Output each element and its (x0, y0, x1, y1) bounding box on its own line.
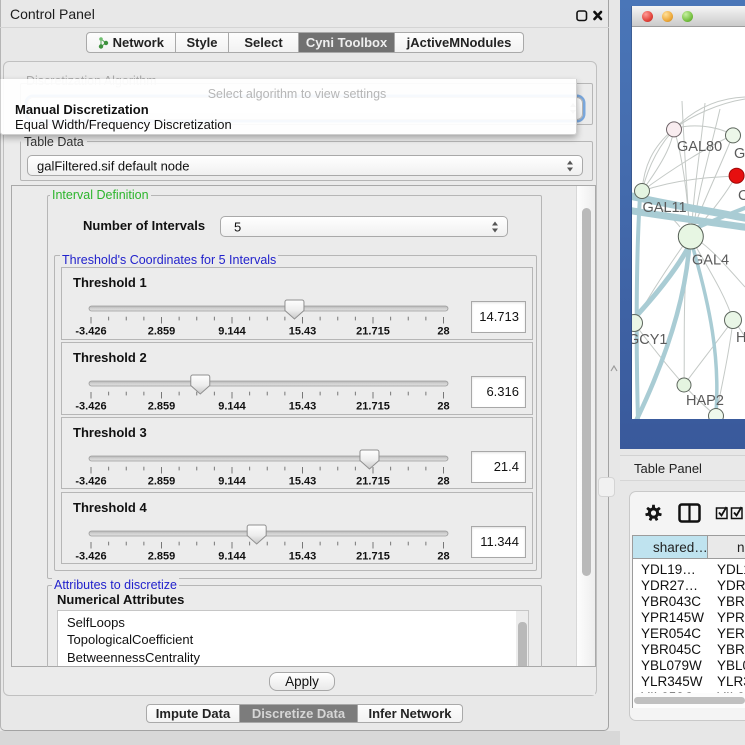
svg-text:GAL80: GAL80 (677, 139, 722, 155)
svg-text:15.43: 15.43 (289, 326, 317, 338)
svg-text:GA: GA (734, 146, 745, 162)
svg-text:H: H (736, 330, 745, 346)
svg-text:GCY1: GCY1 (632, 332, 668, 348)
svg-text:21.715: 21.715 (356, 326, 390, 338)
svg-text:HAP2: HAP2 (686, 393, 724, 409)
svg-text:-3.426: -3.426 (75, 551, 106, 563)
svg-text:15.43: 15.43 (289, 551, 317, 563)
svg-text:28: 28 (437, 401, 449, 413)
svg-text:21.715: 21.715 (356, 401, 390, 413)
svg-text:9.144: 9.144 (218, 476, 246, 488)
svg-text:GAL11: GAL11 (643, 200, 687, 216)
svg-text:-3.426: -3.426 (75, 401, 106, 413)
svg-text:C: C (738, 188, 745, 204)
svg-text:9.144: 9.144 (218, 326, 246, 338)
svg-text:15.43: 15.43 (289, 476, 317, 488)
svg-text:21.715: 21.715 (356, 551, 390, 563)
svg-text:28: 28 (437, 551, 449, 563)
svg-text:2.859: 2.859 (148, 551, 176, 563)
svg-text:9.144: 9.144 (218, 401, 246, 413)
svg-text:GAL4: GAL4 (692, 253, 729, 269)
svg-text:15.43: 15.43 (289, 401, 317, 413)
svg-text:-3.426: -3.426 (75, 326, 106, 338)
svg-text:21.715: 21.715 (356, 476, 390, 488)
svg-text:2.859: 2.859 (148, 476, 176, 488)
svg-text:28: 28 (437, 326, 449, 338)
svg-text:-3.426: -3.426 (75, 476, 106, 488)
svg-text:9.144: 9.144 (218, 551, 246, 563)
svg-text:2.859: 2.859 (148, 326, 176, 338)
svg-text:2.859: 2.859 (148, 401, 176, 413)
svg-text:28: 28 (437, 476, 449, 488)
